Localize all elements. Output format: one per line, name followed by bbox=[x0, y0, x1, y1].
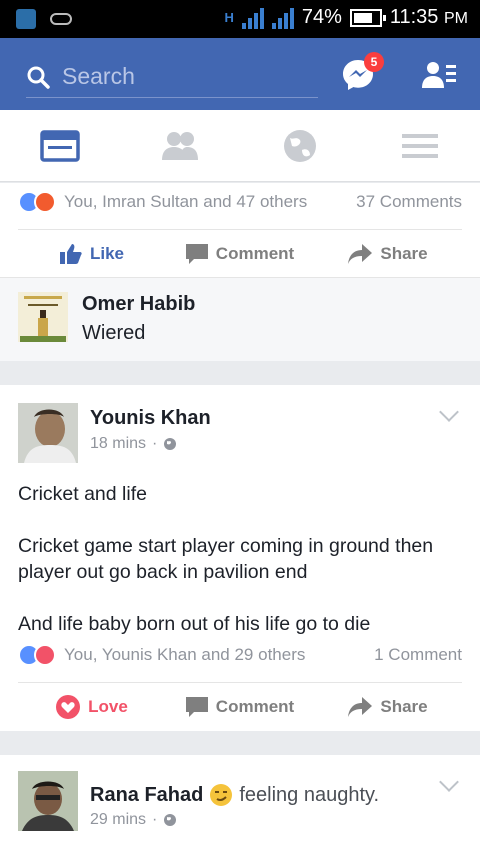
smirk-emoji-icon bbox=[210, 784, 233, 806]
love-button[interactable]: Love bbox=[18, 694, 166, 719]
reactions-summary[interactable]: You, Imran Sultan and 47 others 37 Comme… bbox=[18, 191, 462, 213]
post-header-line: Rana Fahad feeling naughty. bbox=[90, 783, 379, 807]
post-card: You, Imran Sultan and 47 others 37 Comme… bbox=[0, 183, 480, 277]
battery-icon bbox=[349, 8, 386, 27]
feeling-text: feeling naughty. bbox=[239, 783, 380, 806]
app-notification-icon bbox=[16, 9, 36, 29]
author-name[interactable]: Rana Fahad bbox=[90, 784, 203, 807]
share-button[interactable]: Share bbox=[314, 243, 462, 264]
comment-button[interactable]: Comment bbox=[166, 696, 314, 717]
post-card: Rana Fahad feeling naughty. 29 mins · bbox=[0, 755, 480, 854]
comments-count[interactable]: 37 Comments bbox=[356, 192, 462, 212]
signal-1-icon bbox=[241, 7, 264, 29]
status-bar: H 74% 11:35 PM bbox=[0, 0, 480, 38]
like-button[interactable]: Like bbox=[18, 243, 166, 264]
post-actions: Like Comment Share bbox=[18, 229, 462, 277]
love-icon bbox=[56, 694, 81, 719]
comment-icon bbox=[185, 696, 208, 717]
post-actions: Love Comment Share bbox=[18, 682, 462, 730]
search-input[interactable] bbox=[62, 63, 302, 90]
app-header: 5 bbox=[0, 38, 480, 110]
friend-requests-icon[interactable] bbox=[422, 60, 456, 90]
reactions-text: You, Younis Khan and 29 others bbox=[64, 645, 306, 664]
love-label: Love bbox=[88, 696, 128, 716]
post-text: Cricket and life Cricket game start play… bbox=[18, 481, 462, 637]
post-card: Younis Khan 18 mins · Cricket and life C… bbox=[0, 385, 480, 731]
search-icon bbox=[27, 66, 50, 89]
avatar bbox=[18, 292, 68, 342]
globe-privacy-icon bbox=[164, 814, 177, 826]
share-label: Share bbox=[380, 243, 428, 263]
comment-preview[interactable]: Omer Habib Wiered bbox=[0, 277, 480, 361]
share-label: Share bbox=[380, 696, 428, 716]
post-paragraph: Cricket game start player coming in grou… bbox=[18, 535, 434, 583]
author-name[interactable]: Younis Khan bbox=[90, 407, 211, 430]
share-icon bbox=[348, 696, 373, 717]
comments-count[interactable]: 1 Comment bbox=[374, 645, 462, 665]
battery-percent: 74% bbox=[301, 6, 342, 28]
post-time[interactable]: 18 mins bbox=[90, 435, 146, 453]
meta-separator: · bbox=[152, 435, 158, 452]
search-bar[interactable] bbox=[26, 56, 318, 98]
avatar[interactable] bbox=[18, 771, 78, 831]
post-time[interactable]: 29 mins bbox=[90, 811, 146, 829]
post-meta: 29 mins · bbox=[90, 811, 177, 829]
globe-privacy-icon bbox=[164, 438, 177, 450]
comment-button[interactable]: Comment bbox=[166, 243, 314, 264]
clock: 11:35 PM bbox=[389, 6, 468, 28]
comment-text: Wiered bbox=[82, 322, 146, 344]
comment-label: Comment bbox=[215, 696, 295, 716]
post-meta: 18 mins · bbox=[90, 435, 177, 453]
weather-icon bbox=[50, 13, 72, 25]
messenger-badge: 5 bbox=[364, 52, 384, 72]
tab-bar bbox=[0, 110, 480, 182]
love-reaction-icon bbox=[34, 644, 56, 666]
comment-icon bbox=[185, 243, 208, 264]
reactions-text: You, Imran Sultan and 47 others bbox=[64, 192, 308, 211]
thumbs-up-icon bbox=[59, 243, 82, 264]
menu-icon[interactable] bbox=[400, 128, 440, 164]
reactions-summary[interactable]: You, Younis Khan and 29 others 1 Comment bbox=[18, 644, 462, 666]
meta-separator: · bbox=[152, 811, 158, 828]
signal-2-icon bbox=[271, 7, 294, 29]
post-options-chevron-icon[interactable] bbox=[439, 402, 459, 422]
avatar[interactable] bbox=[18, 403, 78, 463]
like-label: Like bbox=[89, 243, 125, 263]
commenter-name[interactable]: Omer Habib bbox=[82, 293, 195, 316]
news-feed-icon[interactable] bbox=[40, 128, 80, 164]
comment-label: Comment bbox=[215, 243, 295, 263]
globe-icon[interactable] bbox=[280, 128, 320, 164]
post-options-chevron-icon[interactable] bbox=[439, 772, 459, 792]
share-button[interactable]: Share bbox=[314, 696, 462, 717]
post-paragraph: Cricket and life bbox=[18, 483, 147, 505]
share-icon bbox=[348, 243, 373, 264]
post-paragraph: And life baby born out of his life go to… bbox=[18, 613, 371, 635]
network-type: H bbox=[224, 10, 234, 25]
angry-reaction-icon bbox=[34, 191, 56, 213]
friends-icon[interactable] bbox=[160, 128, 200, 164]
